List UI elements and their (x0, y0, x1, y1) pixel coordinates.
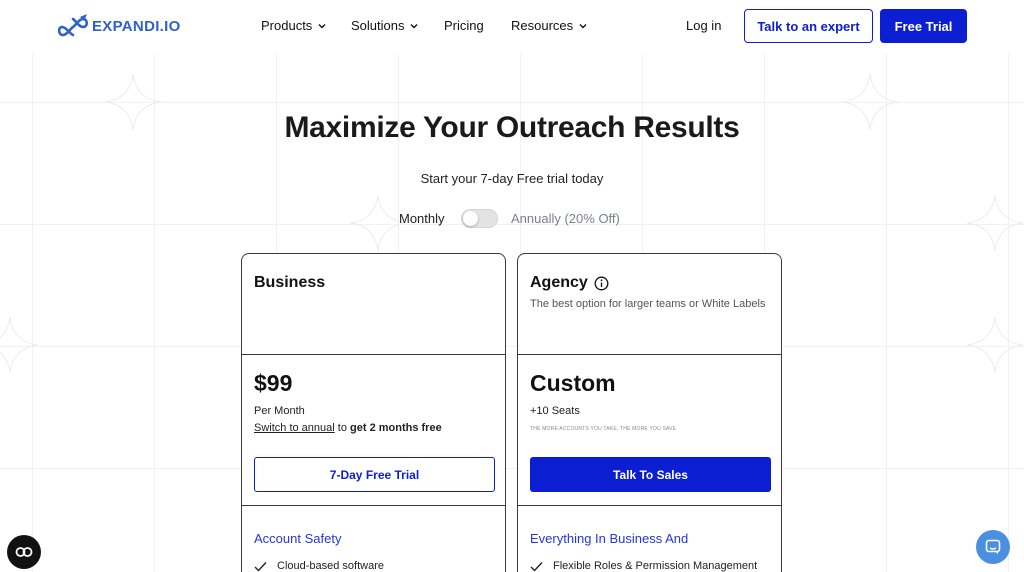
plan-seats: +10 Seats (530, 405, 580, 417)
site-header: EXPANDI.IO Products Solutions Pricing Re… (0, 0, 1024, 54)
chevron-down-icon (318, 23, 326, 28)
plan-header: Agency The best option for larger teams … (518, 254, 781, 355)
nav-solutions-label: Solutions (351, 18, 405, 33)
billing-toggle: Monthly Annually (20% Off) (0, 209, 1024, 229)
toggle-monthly-label: Monthly (399, 211, 445, 226)
feature-item: Cloud-based software (254, 560, 384, 572)
chevron-down-icon (579, 23, 587, 28)
plan-pricing: $99 Per Month Switch to annual to get 2 … (242, 355, 505, 506)
toggle-knob (463, 211, 478, 226)
sparkle-decoration (0, 316, 39, 374)
toggle-annually-label[interactable]: Annually (20% Off) (511, 211, 620, 226)
rocket-infinity-icon (57, 14, 89, 37)
features-title: Account Safety (254, 531, 342, 546)
page-title: Maximize Your Outreach Results (284, 111, 740, 144)
switch-benefit: get 2 months free (350, 422, 442, 434)
plan-price: Custom (530, 370, 616, 396)
plan-header: Business (242, 254, 505, 355)
page-subtitle: Start your 7-day Free trial today (420, 171, 604, 186)
billing-period-switch[interactable] (461, 209, 498, 228)
switch-annual-line: Switch to annual to get 2 months free (254, 422, 442, 434)
checkmark-icon (254, 561, 267, 572)
feature-label: Cloud-based software (277, 560, 385, 572)
sparkle-decoration (966, 316, 1024, 374)
talk-to-sales-button[interactable]: Talk To Sales (530, 457, 771, 492)
chat-bubble-icon (985, 539, 1001, 554)
accessibility-widget-icon (15, 547, 33, 557)
chevron-down-icon (410, 23, 418, 28)
plan-name: Agency (530, 274, 609, 292)
nav-pricing[interactable]: Pricing (444, 18, 484, 33)
plan-description: The best option for larger teams or Whit… (530, 298, 766, 310)
login-link[interactable]: Log in (686, 18, 721, 33)
plan-card-agency: Agency The best option for larger teams … (517, 253, 782, 572)
nav-resources-label: Resources (511, 18, 574, 33)
nav-pricing-label: Pricing (444, 18, 484, 33)
logo-text: EXPANDI.IO (92, 17, 181, 35)
plan-pricing: Custom +10 Seats THE MORE ACCOUNTS YOU T… (518, 355, 781, 506)
switch-to-annual-link[interactable]: Switch to annual (254, 422, 335, 434)
feature-item: Flexible Roles & Permission Management (530, 560, 757, 572)
plan-period: Per Month (254, 405, 305, 417)
features-title: Everything In Business And (530, 531, 689, 546)
chat-widget-button[interactable] (976, 530, 1010, 564)
nav-products-label: Products (261, 18, 313, 33)
free-trial-button[interactable]: Free Trial (880, 9, 967, 43)
info-circle-icon[interactable] (594, 276, 609, 291)
talk-to-expert-button[interactable]: Talk to an expert (744, 9, 873, 43)
nav-resources[interactable]: Resources (511, 18, 587, 33)
switch-connector: to (334, 422, 351, 434)
plan-card-business: Business $99 Per Month Switch to annual … (241, 253, 506, 572)
plan-note: THE MORE ACCOUNTS YOU TAKE, THE MORE YOU… (530, 426, 677, 432)
accessibility-widget-button[interactable] (7, 535, 41, 569)
feature-label: Flexible Roles & Permission Management (553, 560, 758, 572)
plan-price: $99 (254, 370, 293, 396)
free-trial-plan-button[interactable]: 7-Day Free Trial (254, 457, 495, 492)
plan-name: Business (254, 274, 325, 292)
checkmark-icon (530, 561, 543, 572)
nav-solutions[interactable]: Solutions (351, 18, 418, 33)
logo[interactable]: EXPANDI.IO (56, 13, 181, 39)
plan-name-text: Business (254, 274, 326, 291)
plan-name-text: Agency (530, 274, 588, 291)
nav-products[interactable]: Products (261, 18, 326, 33)
